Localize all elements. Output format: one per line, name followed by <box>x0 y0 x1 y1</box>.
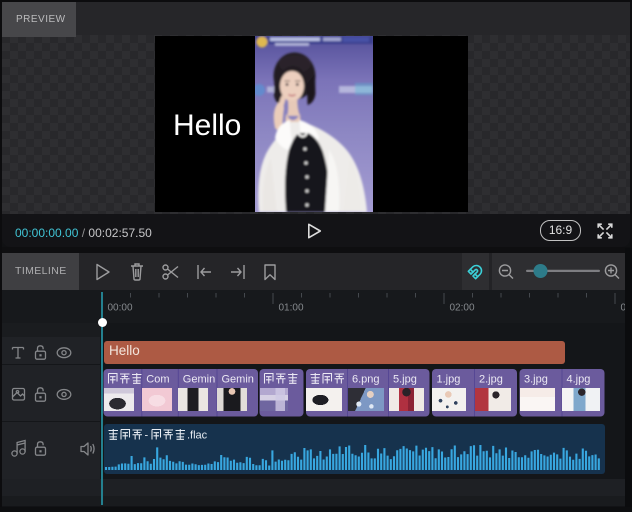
svg-text:2.jpg: 2.jpg <box>479 374 503 386</box>
svg-text:5.jpg: 5.jpg <box>393 374 417 386</box>
svg-text:1.jpg: 1.jpg <box>437 374 461 386</box>
svg-text:Gemin: Gemin <box>222 374 254 386</box>
svg-text:01:00: 01:00 <box>279 303 304 314</box>
svg-text:3.jpg: 3.jpg <box>524 374 548 386</box>
svg-text:Gemin: Gemin <box>183 374 215 386</box>
svg-text:6.png: 6.png <box>352 374 380 386</box>
svg-text:Com: Com <box>146 374 169 386</box>
svg-text:4.jpg: 4.jpg <box>567 374 591 386</box>
svg-text:00:00: 00:00 <box>108 303 133 314</box>
svg-text:02:00: 02:00 <box>450 303 475 314</box>
